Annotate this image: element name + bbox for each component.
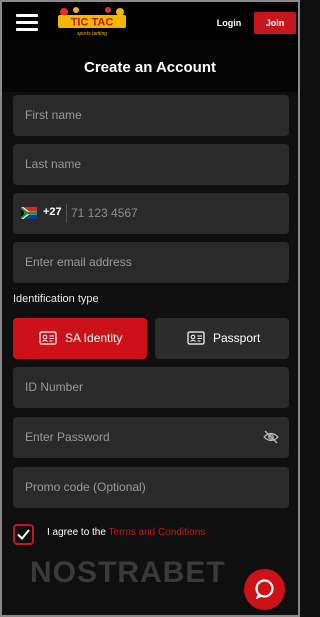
logo[interactable]: TIC TAC sports betting bbox=[56, 6, 128, 38]
sa-identity-label: SA Identity bbox=[65, 331, 123, 345]
chat-button[interactable] bbox=[244, 569, 285, 610]
eye-slash-icon[interactable] bbox=[263, 430, 279, 444]
phone-placeholder: 71 123 4567 bbox=[71, 206, 138, 220]
south-africa-flag-icon[interactable] bbox=[21, 207, 37, 219]
passport-card-icon bbox=[187, 331, 205, 345]
phone-country-code[interactable]: +27 bbox=[43, 206, 62, 218]
terms-link[interactable]: Terms and Conditions bbox=[109, 527, 206, 538]
first-name-placeholder: First name bbox=[25, 108, 82, 122]
id-number-placeholder: ID Number bbox=[25, 380, 84, 394]
email-field[interactable]: Enter email address bbox=[13, 242, 289, 283]
hamburger-icon[interactable] bbox=[16, 14, 38, 31]
passport-label: Passport bbox=[213, 331, 261, 345]
promo-code-field[interactable]: Promo code (Optional) bbox=[13, 467, 289, 508]
terms-checkbox[interactable] bbox=[13, 524, 34, 545]
logo-subtext: sports betting bbox=[77, 31, 107, 37]
logo-text: TIC TAC bbox=[71, 17, 114, 29]
page-title: Create an Account bbox=[84, 59, 216, 76]
join-button[interactable]: Join bbox=[254, 12, 296, 34]
chat-bubble-icon bbox=[255, 579, 274, 599]
password-field[interactable]: Enter Password bbox=[13, 417, 289, 458]
page-frame bbox=[0, 0, 300, 617]
sa-identity-option[interactable]: SA Identity bbox=[13, 318, 147, 359]
id-number-field[interactable]: ID Number bbox=[13, 367, 289, 408]
promo-code-placeholder: Promo code (Optional) bbox=[25, 480, 146, 494]
phone-field[interactable]: +27 71 123 4567 bbox=[13, 193, 289, 234]
checkmark-icon bbox=[17, 529, 30, 540]
last-name-field[interactable]: Last name bbox=[13, 144, 289, 185]
last-name-placeholder: Last name bbox=[25, 157, 82, 171]
password-placeholder: Enter Password bbox=[25, 430, 110, 444]
id-card-icon bbox=[39, 331, 57, 345]
passport-option[interactable]: Passport bbox=[155, 318, 289, 359]
agree-text: I agree to the bbox=[47, 527, 106, 538]
first-name-field[interactable]: First name bbox=[13, 95, 289, 136]
watermark: NOSTRABET bbox=[30, 556, 226, 589]
login-button[interactable]: Login bbox=[210, 13, 248, 33]
email-placeholder: Enter email address bbox=[25, 255, 132, 269]
identification-type-label: Identification type bbox=[13, 293, 99, 305]
terms-agreement: I agree to the Terms and Conditions bbox=[47, 527, 205, 538]
top-header: TIC TAC sports betting Login Join bbox=[2, 2, 298, 40]
phone-divider bbox=[66, 204, 67, 223]
